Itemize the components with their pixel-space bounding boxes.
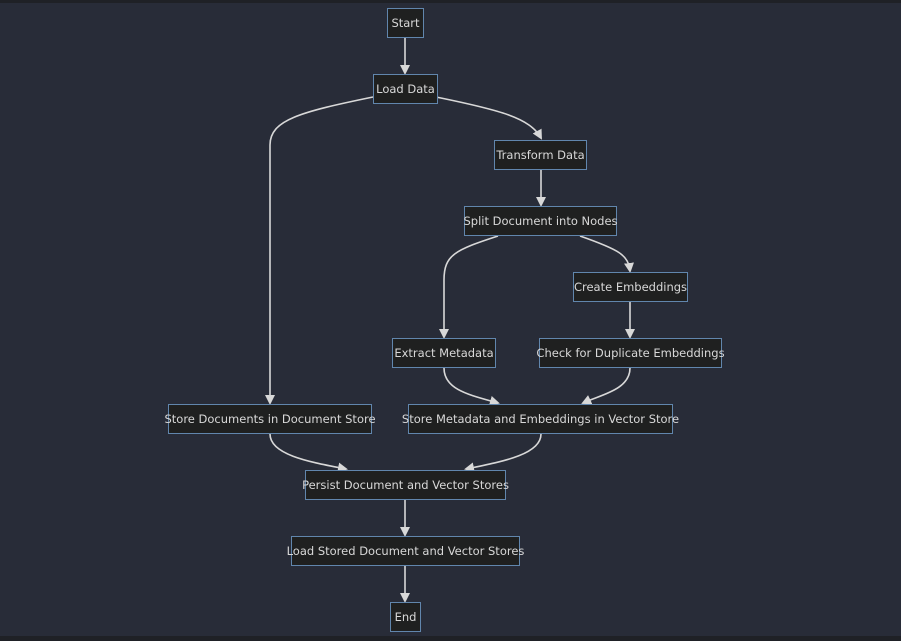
node-persist-stores[interactable]: Persist Document and Vector Stores <box>302 470 509 500</box>
bottom-border <box>0 636 901 641</box>
node-transform-data[interactable]: Transform Data <box>494 140 587 170</box>
node-load-data[interactable]: Load Data <box>373 74 438 104</box>
node-label: Transform Data <box>496 148 585 162</box>
node-label: Load Data <box>376 82 435 96</box>
node-create-embeddings[interactable]: Create Embeddings <box>573 272 688 302</box>
node-split-document[interactable]: Split Document into Nodes <box>463 206 618 236</box>
edge-load-storedocs <box>265 96 374 405</box>
node-label: Extract Metadata <box>394 346 494 360</box>
edge-check-storemeta <box>581 367 631 405</box>
node-end[interactable]: End <box>390 602 421 632</box>
node-start[interactable]: Start <box>387 8 424 38</box>
node-label: Check for Duplicate Embeddings <box>536 346 725 360</box>
node-label: Load Stored Document and Vector Stores <box>286 544 525 558</box>
node-label: Create Embeddings <box>573 280 688 294</box>
edge-split-create <box>579 235 634 273</box>
edge-storedocs-persist <box>269 433 348 473</box>
node-label: Start <box>391 16 420 30</box>
edge-split-extract <box>439 235 499 339</box>
node-store-metadata-embeddings[interactable]: Store Metadata and Embeddings in Vector … <box>402 404 679 434</box>
node-label: Store Documents in Document Store <box>164 412 376 426</box>
edge-load-transform <box>435 96 542 140</box>
node-label: Store Metadata and Embeddings in Vector … <box>401 412 680 426</box>
node-store-documents[interactable]: Store Documents in Document Store <box>164 404 376 434</box>
edge-extract-storemeta <box>443 367 500 406</box>
node-extract-metadata[interactable]: Extract Metadata <box>392 338 496 368</box>
node-label: End <box>394 610 417 624</box>
node-label: Split Document into Nodes <box>463 214 618 228</box>
node-label: Persist Document and Vector Stores <box>302 478 509 492</box>
node-load-stored[interactable]: Load Stored Document and Vector Stores <box>287 536 524 566</box>
edge-storemeta-persist <box>464 433 542 473</box>
node-check-duplicates[interactable]: Check for Duplicate Embeddings <box>536 338 725 368</box>
